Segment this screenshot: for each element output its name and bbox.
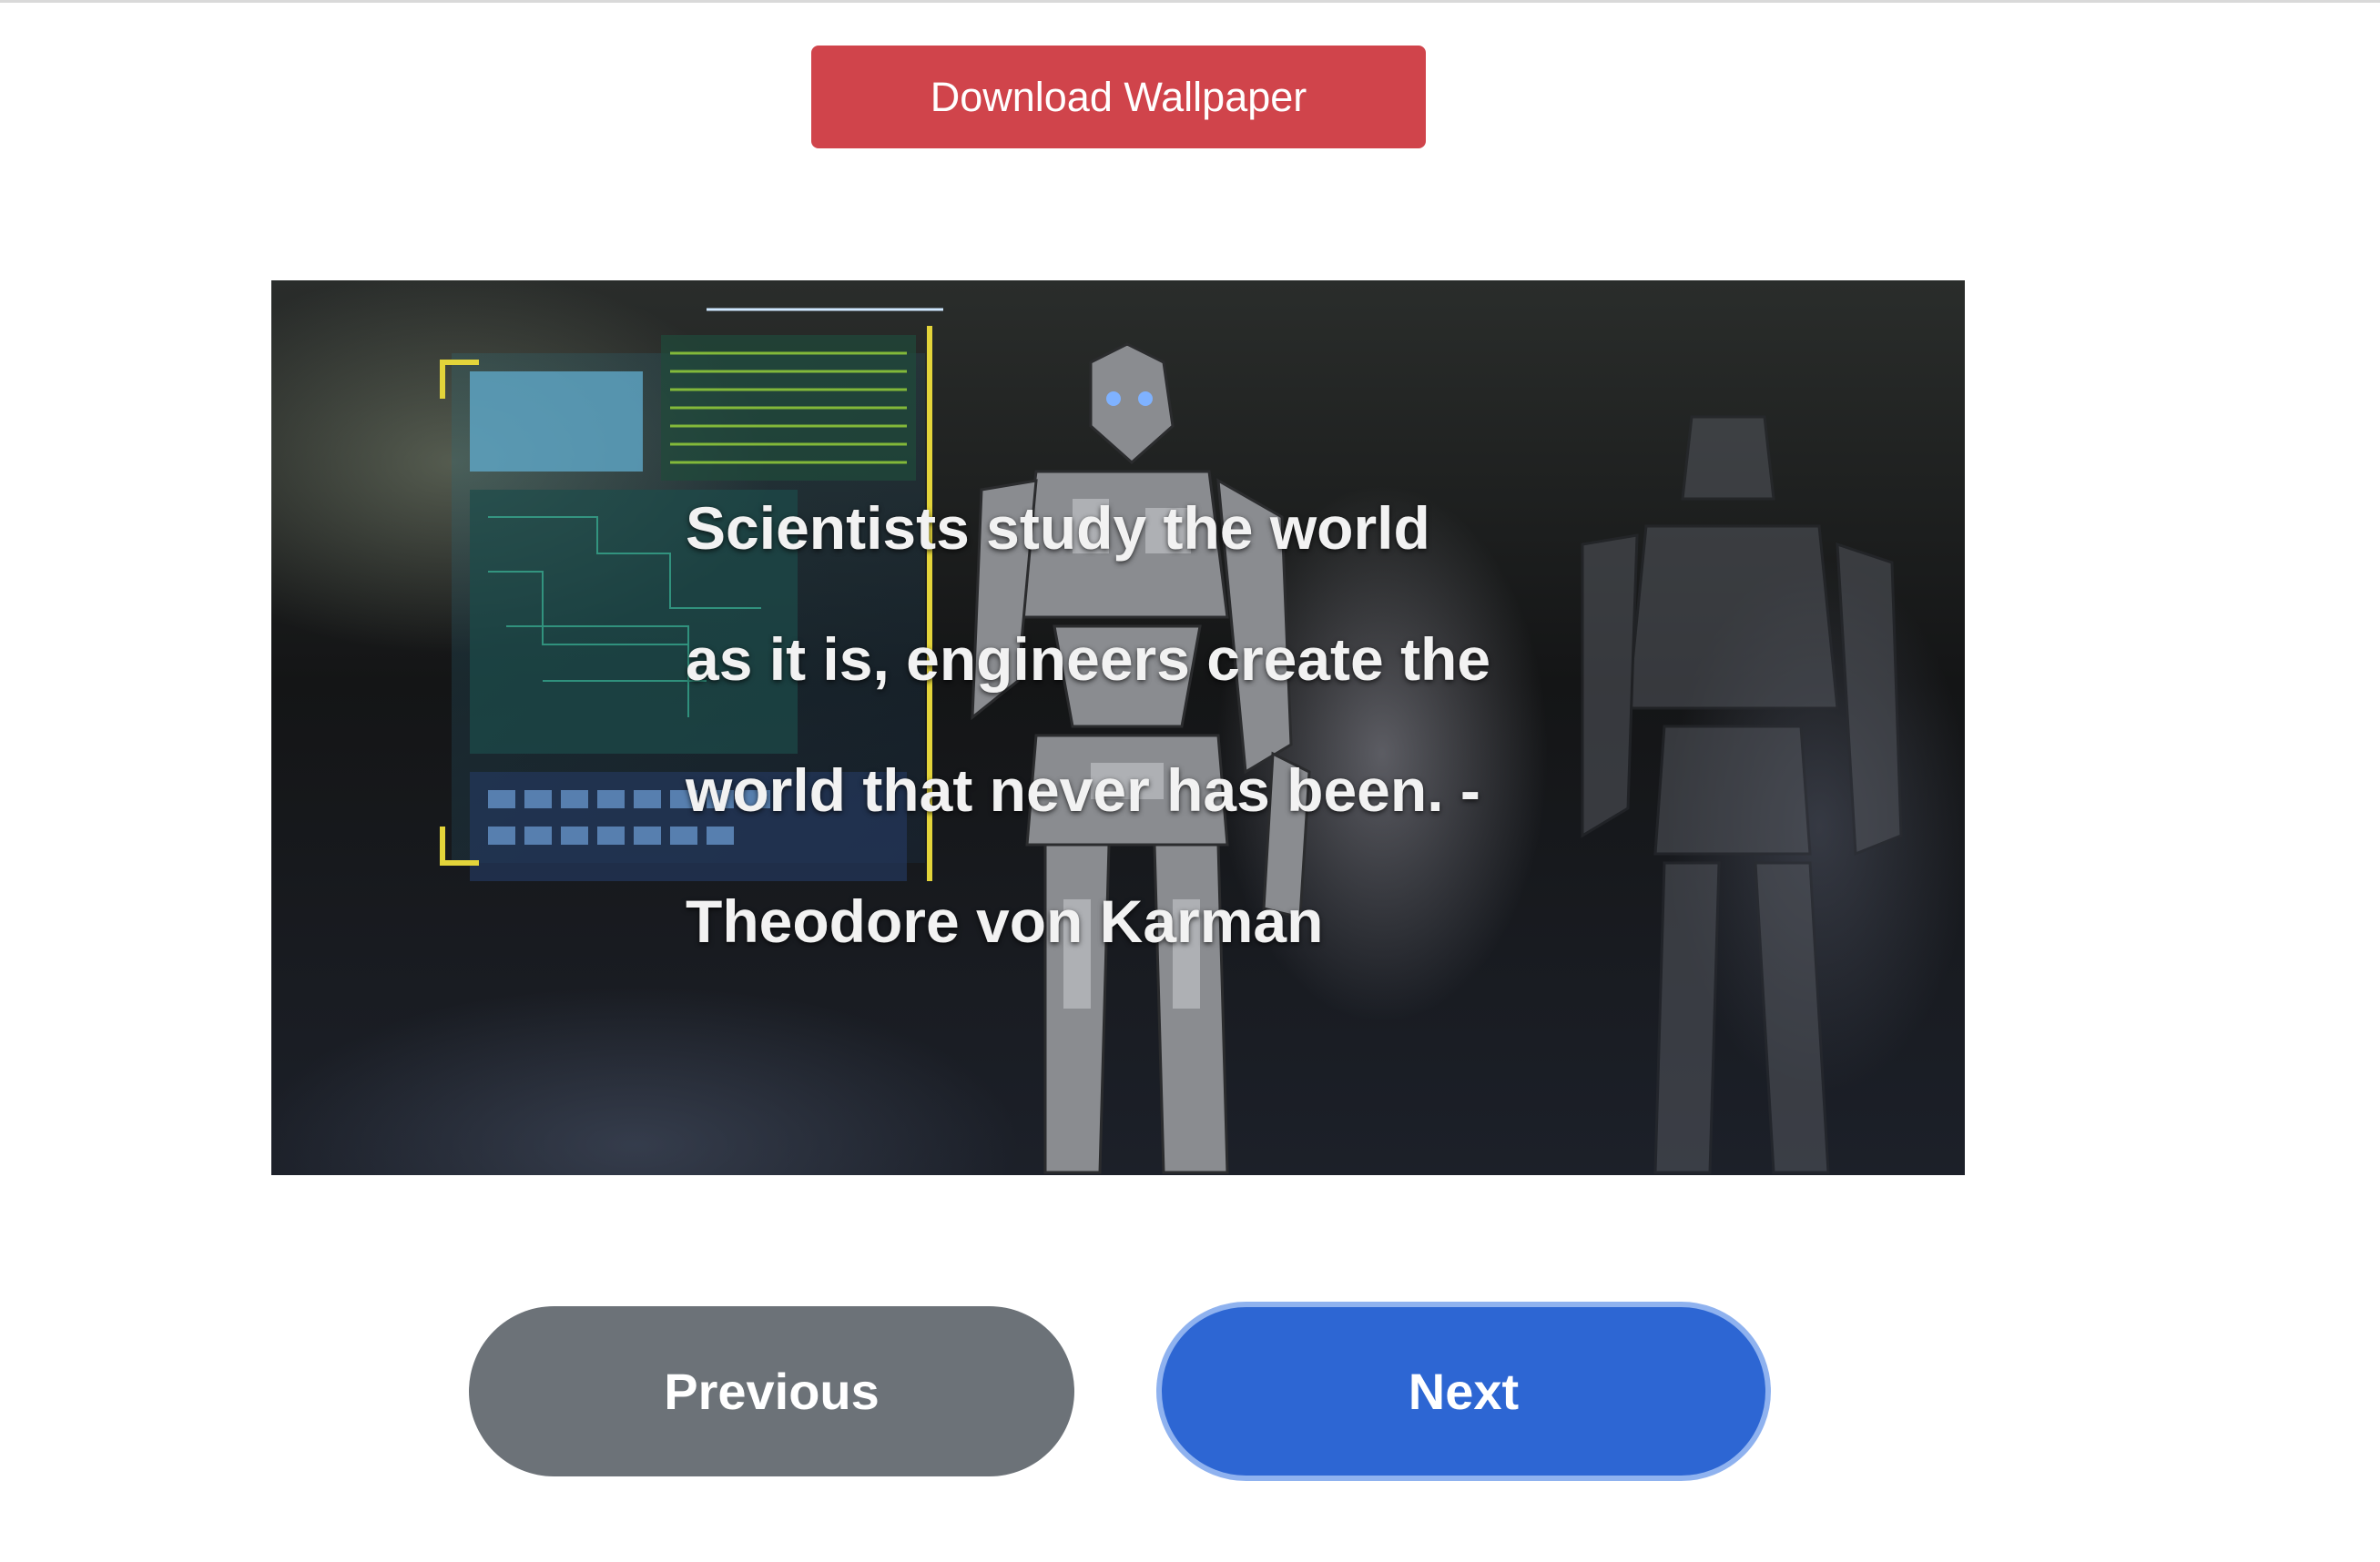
top-divider bbox=[0, 0, 2380, 3]
previous-button[interactable]: Previous bbox=[469, 1306, 1074, 1476]
page: Download Wallpaper Scientists study the … bbox=[0, 0, 2380, 1562]
quote-line: as it is, engineers create the bbox=[686, 625, 1491, 693]
download-wallpaper-button[interactable]: Download Wallpaper bbox=[811, 46, 1426, 148]
quote-text: Scientists study the world as it is, eng… bbox=[686, 462, 1596, 987]
quote-line: Theodore von Karman bbox=[686, 888, 1324, 955]
next-button[interactable]: Next bbox=[1156, 1302, 1771, 1481]
quote-line: world that never has been. - bbox=[686, 756, 1480, 824]
quote-line: Scientists study the world bbox=[686, 494, 1430, 562]
background-robot-illustration bbox=[1546, 399, 1928, 1175]
wallpaper-preview: Scientists study the world as it is, eng… bbox=[271, 280, 1965, 1175]
